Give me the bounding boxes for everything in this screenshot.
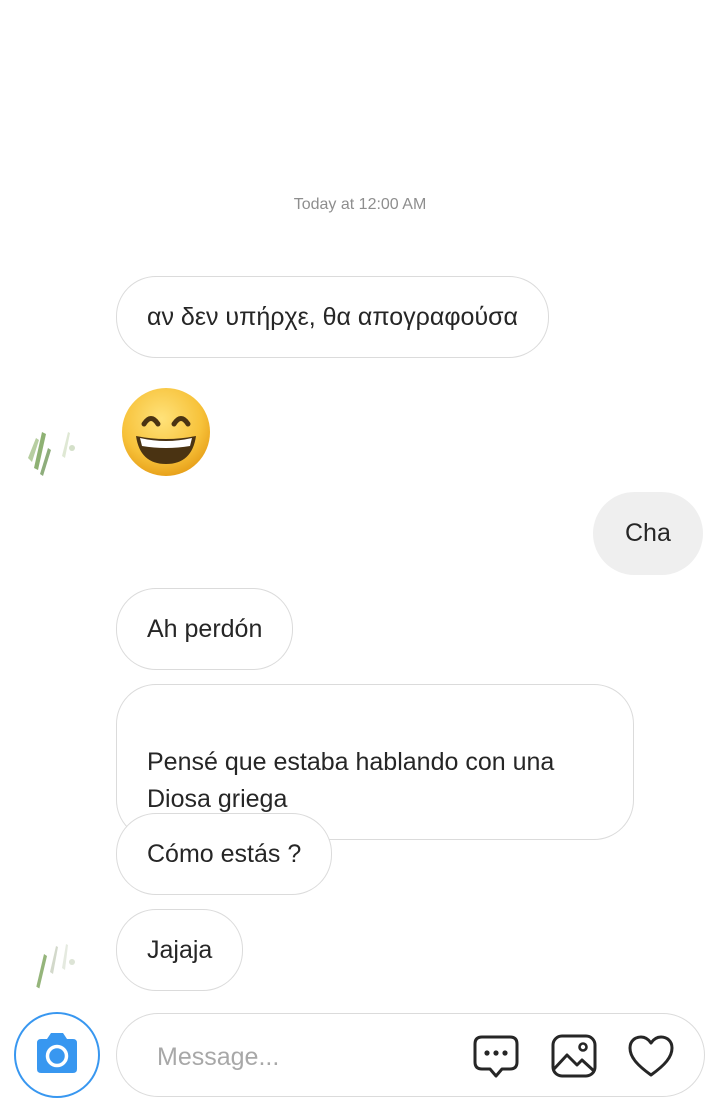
sender-avatar[interactable]: [22, 418, 86, 482]
message-text: Ah perdón: [147, 615, 263, 643]
message-bubble-incoming[interactable]: Jajaja: [116, 909, 244, 991]
message-input-container[interactable]: [116, 1013, 705, 1097]
chat-bubble-icon[interactable]: [471, 1031, 521, 1081]
camera-icon: [32, 1031, 82, 1080]
grinning-face-emoji[interactable]: [120, 386, 212, 478]
message-bubble-outgoing[interactable]: Cha: [593, 492, 703, 575]
message-timestamp: Today at 12:00 AM: [293, 196, 427, 213]
message-text: Cha: [625, 519, 671, 547]
gallery-icon[interactable]: [549, 1031, 599, 1081]
message-text: αν δεν υπήρχε, θα απογραφούσα: [147, 303, 519, 331]
message-text: Jajaja: [147, 936, 213, 964]
sender-avatar[interactable]: [22, 928, 86, 992]
message-text: Cómo estás ?: [147, 840, 302, 868]
heart-icon[interactable]: [626, 1031, 676, 1081]
message-bubble-incoming[interactable]: Cómo estás ?: [116, 813, 333, 895]
message-bubble-incoming[interactable]: αν δεν υπήρχε, θα απογραφούσα: [116, 276, 550, 358]
message-bubble-incoming[interactable]: Ah perdón: [116, 588, 294, 670]
message-input[interactable]: [155, 1034, 459, 1080]
camera-button[interactable]: [14, 1012, 100, 1098]
message-text: Pensé que estaba hablando con una Diosa …: [147, 748, 555, 813]
